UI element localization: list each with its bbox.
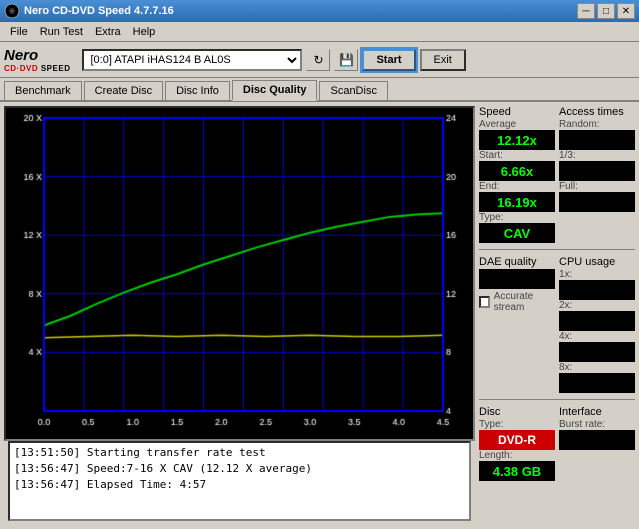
app-icon bbox=[4, 3, 20, 19]
maximize-button[interactable]: □ bbox=[597, 3, 615, 19]
cpu-8x-value bbox=[559, 373, 635, 393]
type-label: Type: bbox=[479, 212, 555, 223]
nero-logo: Nero bbox=[4, 47, 38, 64]
tab-disc-quality[interactable]: Disc Quality bbox=[232, 80, 318, 101]
type-value: CAV bbox=[479, 223, 555, 243]
speed-chart bbox=[6, 108, 473, 439]
save-button[interactable]: 💾 bbox=[334, 49, 358, 71]
average-label: Average bbox=[479, 119, 555, 130]
dae-cpu-row: DAE quality Accurate stream CPU usage 1x… bbox=[479, 256, 635, 393]
menu-help[interactable]: Help bbox=[127, 24, 162, 40]
cpu-4x-label: 4x: bbox=[559, 331, 635, 342]
full-value bbox=[559, 192, 635, 212]
access-label: Access times bbox=[559, 106, 635, 118]
cpu-2x-value bbox=[559, 311, 635, 331]
menubar: File Run Test Extra Help bbox=[0, 22, 639, 42]
accurate-stream-label: Accurate stream bbox=[494, 291, 555, 313]
disc-interface-row: Disc Type: DVD-R Length: 4.38 GB Interfa… bbox=[479, 406, 635, 481]
window-controls: ─ □ ✕ bbox=[577, 3, 635, 19]
cdspeed-logo: CD·DVD SPEED bbox=[4, 64, 70, 73]
tab-disc-info[interactable]: Disc Info bbox=[165, 81, 230, 100]
cpu-1x-label: 1x: bbox=[559, 269, 635, 280]
access-section: Access times Random: 1/3: Full: bbox=[559, 106, 635, 243]
exit-button[interactable]: Exit bbox=[420, 49, 466, 71]
random-value bbox=[559, 130, 635, 150]
right-panel: Speed Average 12.12x Start: 6.66x End: 1… bbox=[479, 102, 639, 529]
close-button[interactable]: ✕ bbox=[617, 3, 635, 19]
accurate-stream-checkbox[interactable] bbox=[479, 296, 490, 308]
drive-select[interactable]: [0:0] ATAPI iHAS124 B AL0S bbox=[82, 49, 302, 71]
disc-section: Disc Type: DVD-R Length: 4.38 GB bbox=[479, 406, 555, 481]
random-label: Random: bbox=[559, 119, 635, 130]
start-label: Start: bbox=[479, 150, 555, 161]
cpu-1x-value bbox=[559, 280, 635, 300]
divider-2 bbox=[479, 399, 635, 400]
dae-value bbox=[479, 269, 555, 289]
window-title: Nero CD-DVD Speed 4.7.7.16 bbox=[24, 5, 577, 17]
logo: Nero CD·DVD SPEED bbox=[4, 47, 70, 73]
interface-section: Interface Burst rate: bbox=[559, 406, 635, 481]
onethird-value bbox=[559, 161, 635, 181]
disc-type-value: DVD-R bbox=[479, 430, 555, 450]
refresh-button[interactable]: ↻ bbox=[306, 49, 330, 71]
cpu-label: CPU usage bbox=[559, 256, 635, 268]
menu-file[interactable]: File bbox=[4, 24, 34, 40]
dae-label: DAE quality bbox=[479, 256, 555, 268]
end-label: End: bbox=[479, 181, 555, 192]
end-value: 16.19x bbox=[479, 192, 555, 212]
log-entry-3: [13:56:47] Elapsed Time: 4:57 bbox=[14, 477, 465, 493]
cpu-4x-value bbox=[559, 342, 635, 362]
disc-length-value: 4.38 GB bbox=[479, 461, 555, 481]
speed-label: Speed bbox=[479, 106, 555, 118]
menu-runtest[interactable]: Run Test bbox=[34, 24, 89, 40]
menu-extra[interactable]: Extra bbox=[89, 24, 127, 40]
chart-container bbox=[4, 106, 475, 441]
cpu-2x-label: 2x: bbox=[559, 300, 635, 311]
tab-bar: Benchmark Create Disc Disc Info Disc Qua… bbox=[0, 78, 639, 102]
main-content: [13:51:50] Starting transfer rate test [… bbox=[0, 102, 639, 529]
disc-type-label: Type: bbox=[479, 419, 555, 430]
log-entry-1: [13:51:50] Starting transfer rate test bbox=[14, 445, 465, 461]
cpu-section: CPU usage 1x: 2x: 4x: 8x: bbox=[559, 256, 635, 393]
disc-label: Disc bbox=[479, 406, 555, 418]
minimize-button[interactable]: ─ bbox=[577, 3, 595, 19]
divider-1 bbox=[479, 249, 635, 250]
tab-scan-disc[interactable]: ScanDisc bbox=[319, 81, 387, 100]
titlebar: Nero CD-DVD Speed 4.7.7.16 ─ □ ✕ bbox=[0, 0, 639, 22]
dae-section: DAE quality Accurate stream bbox=[479, 256, 555, 393]
start-value: 6.66x bbox=[479, 161, 555, 181]
start-button[interactable]: Start bbox=[362, 49, 415, 71]
burst-value bbox=[559, 430, 635, 450]
toolbar: Nero CD·DVD SPEED [0:0] ATAPI iHAS124 B … bbox=[0, 42, 639, 78]
onethird-label: 1/3: bbox=[559, 150, 635, 161]
cpu-8x-label: 8x: bbox=[559, 362, 635, 373]
speed-section: Speed Average 12.12x Start: 6.66x End: 1… bbox=[479, 106, 555, 243]
log-entry-2: [13:56:47] Speed:7-16 X CAV (12.12 X ave… bbox=[14, 461, 465, 477]
log-area[interactable]: [13:51:50] Starting transfer rate test [… bbox=[8, 441, 471, 521]
speed-access-row: Speed Average 12.12x Start: 6.66x End: 1… bbox=[479, 106, 635, 243]
burst-label: Burst rate: bbox=[559, 419, 635, 430]
disc-length-label: Length: bbox=[479, 450, 555, 461]
tab-create-disc[interactable]: Create Disc bbox=[84, 81, 163, 100]
interface-label: Interface bbox=[559, 406, 635, 418]
accurate-stream-row: Accurate stream bbox=[479, 291, 555, 313]
full-label: Full: bbox=[559, 181, 635, 192]
chart-wrapper: [13:51:50] Starting transfer rate test [… bbox=[0, 102, 479, 529]
average-value: 12.12x bbox=[479, 130, 555, 150]
tab-benchmark[interactable]: Benchmark bbox=[4, 81, 82, 100]
